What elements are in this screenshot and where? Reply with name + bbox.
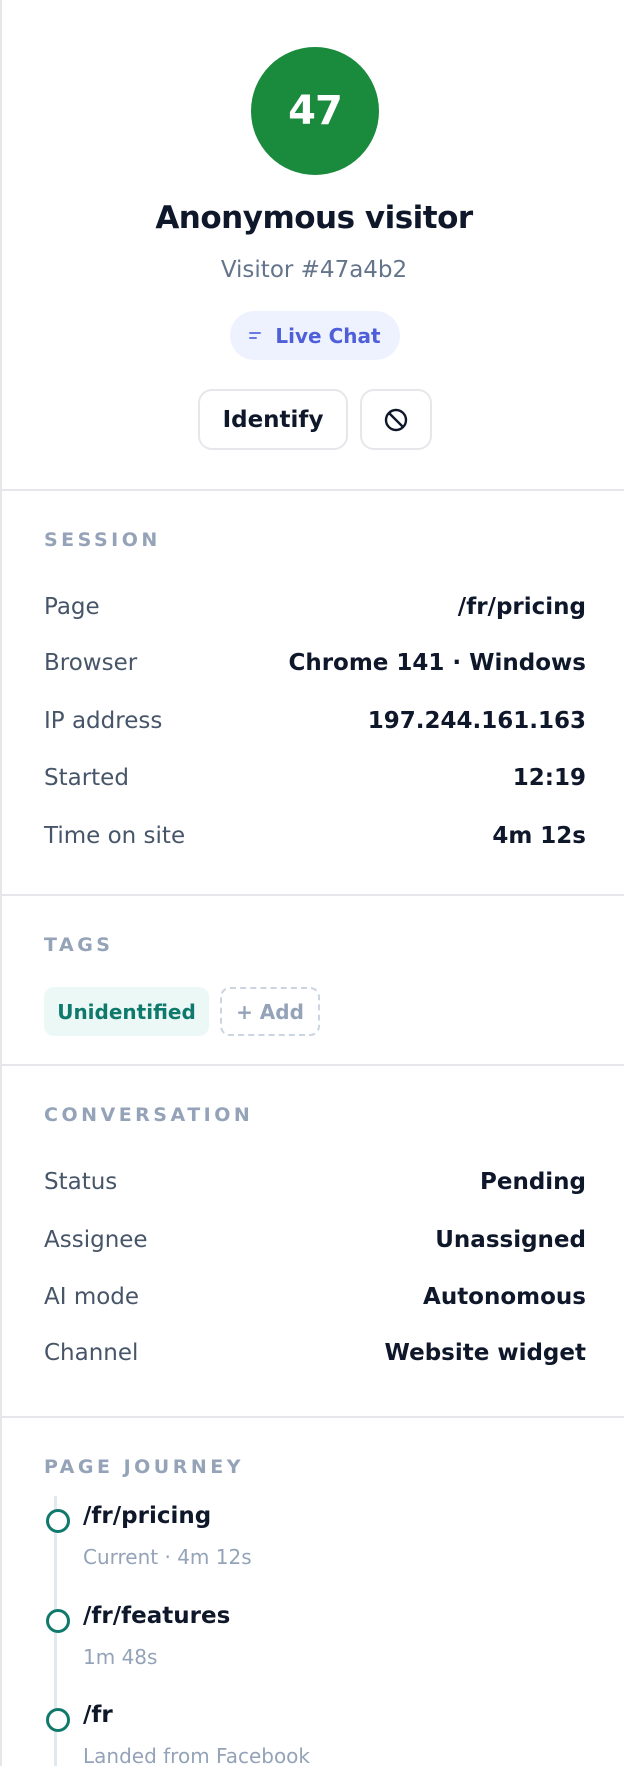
row-value: Chrome 141 · Windows xyxy=(288,650,586,676)
row-label: Assignee xyxy=(44,1227,148,1253)
row-label: Channel xyxy=(44,1340,139,1366)
section-title: PAGE JOURNEY xyxy=(44,1456,244,1478)
visitor-name: Anonymous visitor xyxy=(155,200,473,236)
tag-unidentified[interactable]: Unidentified xyxy=(44,987,209,1036)
journey-meta: Current · 4m 12s xyxy=(83,1545,252,1569)
row-value: Autonomous xyxy=(423,1284,586,1310)
row-label: AI mode xyxy=(44,1284,140,1310)
session-row-ip: IP address 197.244.161.163 xyxy=(44,701,586,741)
chat-icon xyxy=(249,330,263,342)
visitor-id: Visitor #47a4b2 xyxy=(220,257,408,283)
row-label: Started xyxy=(44,765,129,791)
identify-button[interactable]: Identify xyxy=(198,389,348,450)
session-row-page: Page /fr/pricing xyxy=(44,587,586,627)
conversation-row-channel: Channel Website widget xyxy=(44,1333,586,1373)
channel-badge: Live Chat xyxy=(230,311,400,360)
timeline-dot-icon xyxy=(46,1609,70,1633)
visitor-details-panel: 47 Anonymous visitor Visitor #47a4b2 Liv… xyxy=(0,0,624,1768)
row-label: Browser xyxy=(44,650,138,676)
journey-path[interactable]: /fr/features xyxy=(83,1603,230,1629)
add-tag-button[interactable]: + Add xyxy=(220,987,320,1036)
visitor-profile: 47 Anonymous visitor Visitor #47a4b2 Liv… xyxy=(2,0,624,491)
journey-path[interactable]: /fr xyxy=(83,1702,113,1728)
tags-section: TAGS Unidentified + Add xyxy=(2,896,624,1066)
journey-path[interactable]: /fr/pricing xyxy=(83,1503,211,1529)
page-journey-section: PAGE JOURNEY /fr/pricing Current · 4m 12… xyxy=(2,1418,624,1768)
row-label: IP address xyxy=(44,708,163,734)
row-label: Time on site xyxy=(44,823,186,849)
row-value: 12:19 xyxy=(512,765,586,791)
conversation-row-assignee: Assignee Unassigned xyxy=(44,1220,586,1260)
timeline-dot-icon xyxy=(46,1708,70,1732)
channel-badge-label: Live Chat xyxy=(275,323,381,348)
row-value: 4m 12s xyxy=(492,823,586,849)
timeline-dot-icon xyxy=(46,1509,70,1533)
row-value: Pending xyxy=(479,1169,586,1195)
journey-meta: Landed from Facebook xyxy=(83,1744,311,1768)
row-label: Page xyxy=(44,594,100,620)
session-section: SESSION Page /fr/pricing Browser Chrome … xyxy=(2,491,624,896)
row-value: 197.244.161.163 xyxy=(367,708,586,734)
block-button[interactable] xyxy=(360,389,432,450)
ban-icon xyxy=(384,408,408,431)
row-value: Unassigned xyxy=(435,1227,586,1253)
conversation-row-status: Status Pending xyxy=(44,1162,586,1202)
session-row-browser: Browser Chrome 141 · Windows xyxy=(44,643,586,683)
conversation-section: CONVERSATION Status Pending Assignee Una… xyxy=(2,1066,624,1418)
session-row-time-on-site: Time on site 4m 12s xyxy=(44,816,586,856)
section-title: SESSION xyxy=(44,529,161,551)
journey-meta: 1m 48s xyxy=(83,1645,158,1669)
row-value: /fr/pricing xyxy=(457,594,586,620)
row-label: Status xyxy=(44,1169,118,1195)
avatar: 47 xyxy=(251,47,379,175)
section-title: CONVERSATION xyxy=(44,1104,254,1126)
conversation-row-ai-mode: AI mode Autonomous xyxy=(44,1277,586,1317)
section-title: TAGS xyxy=(44,934,114,956)
session-row-started: Started 12:19 xyxy=(44,758,586,798)
row-value: Website widget xyxy=(384,1340,586,1366)
